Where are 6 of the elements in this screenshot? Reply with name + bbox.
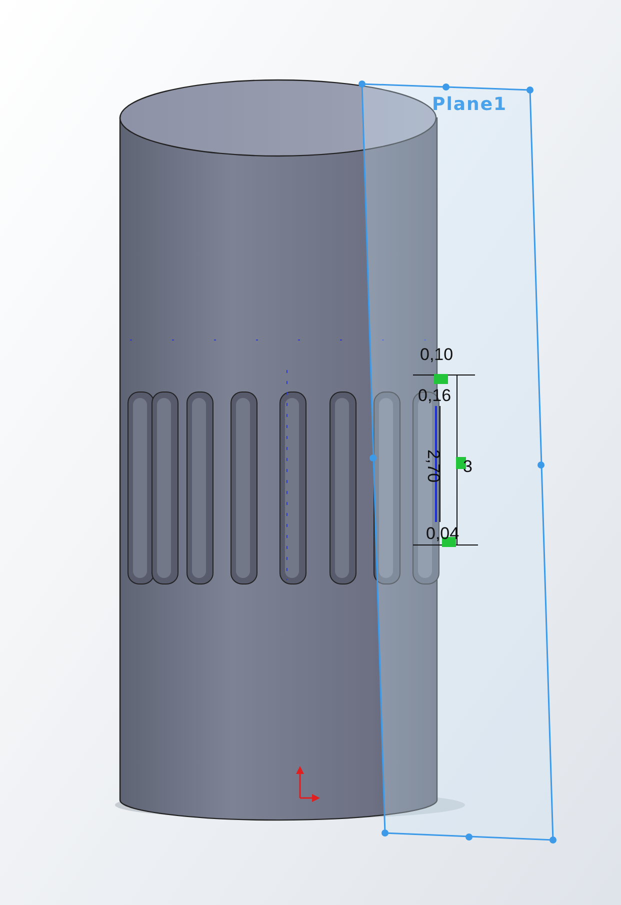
dimension-value[interactable]: 3 [463, 457, 472, 476]
plane-outline[interactable] [358, 80, 556, 844]
axis-triad-icon [296, 766, 320, 802]
dimension-value[interactable]: 2,70 [424, 449, 443, 483]
plane-label: Plane1 [432, 94, 508, 115]
relation-marker[interactable] [434, 374, 448, 384]
